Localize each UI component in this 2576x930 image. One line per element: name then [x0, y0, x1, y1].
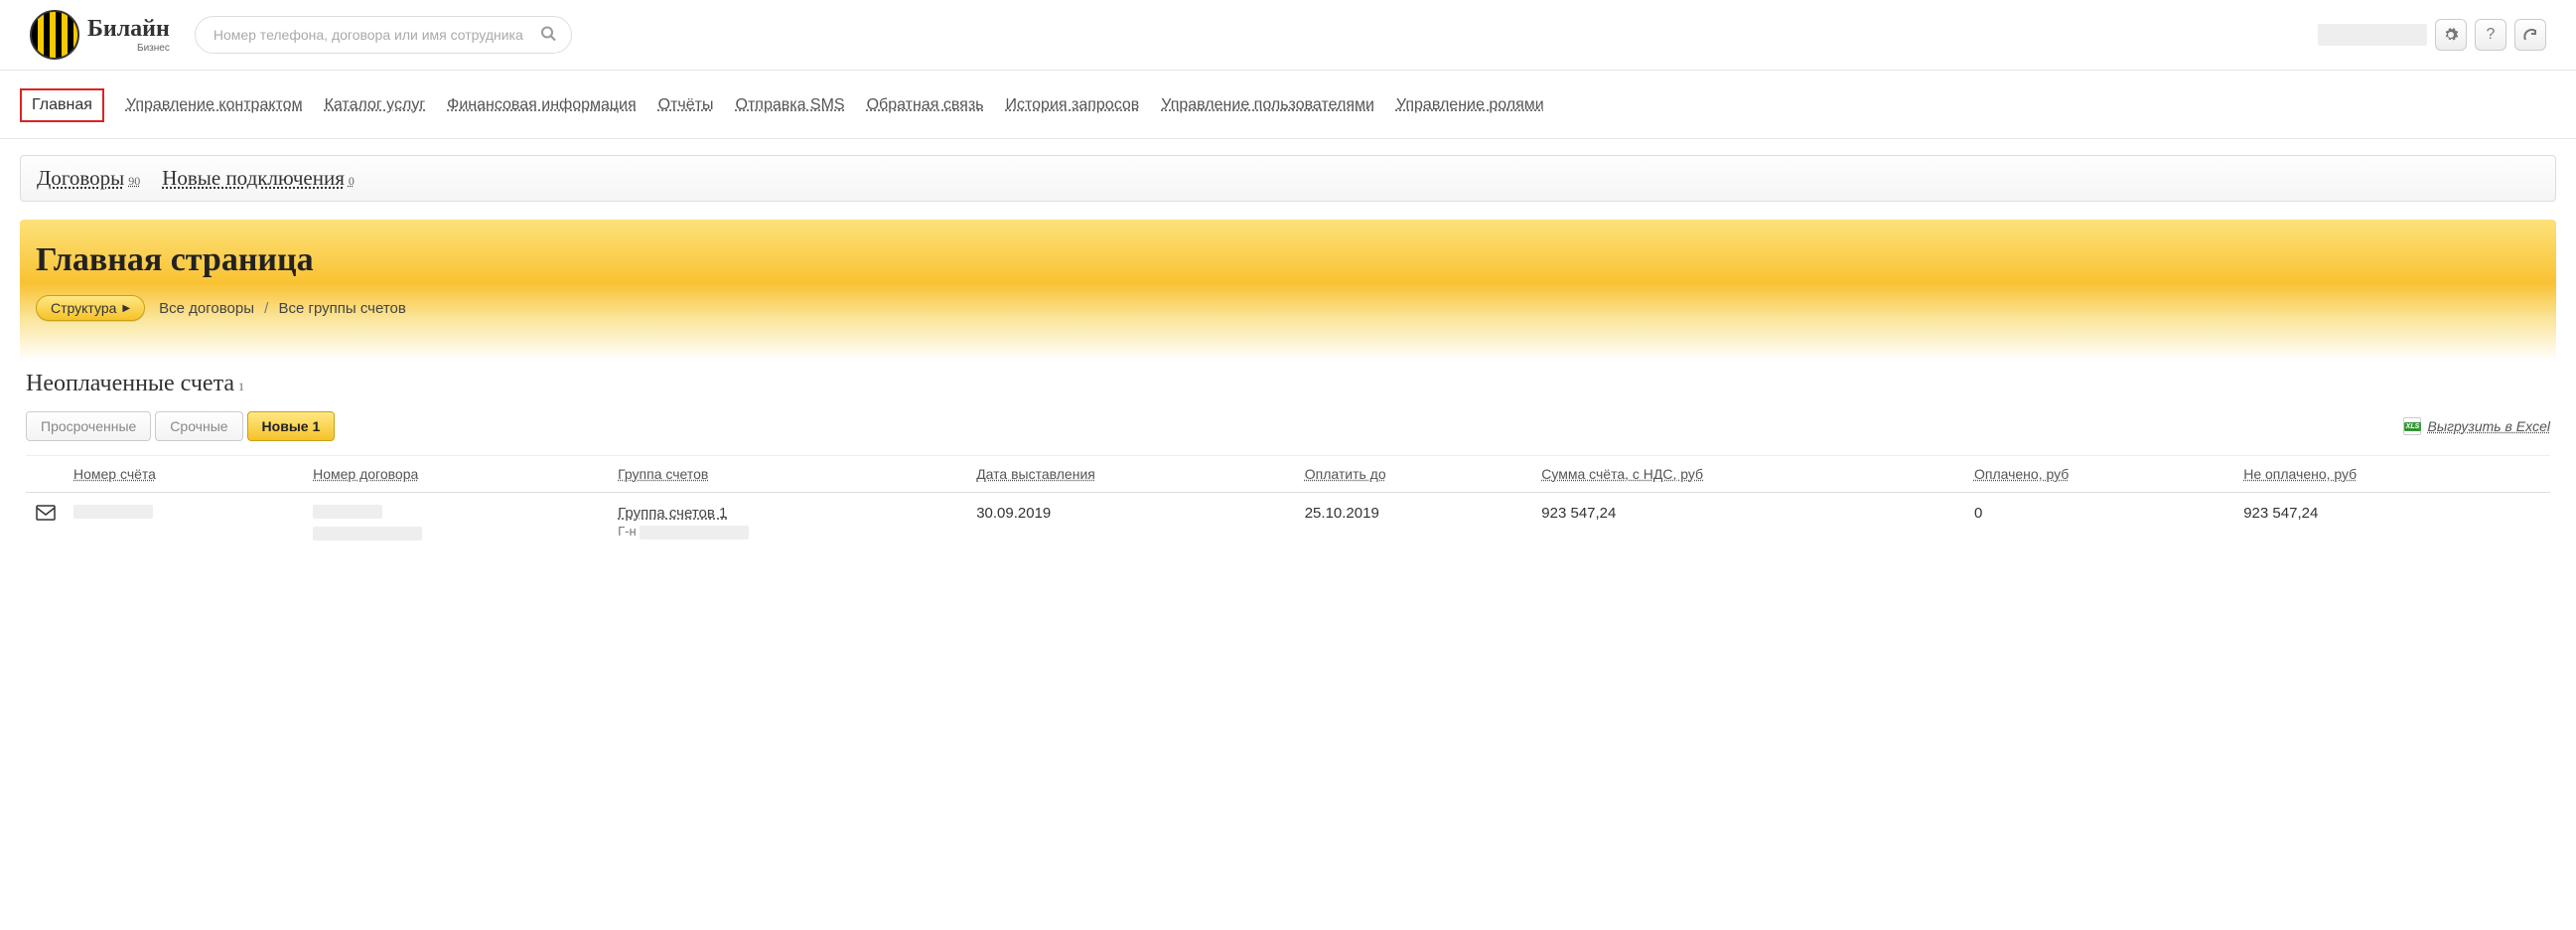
nav-send-sms[interactable]: Отправка SMS [736, 96, 845, 114]
invoices-table: Номер счёта Номер договора Группа счетов… [26, 455, 2550, 556]
subtab-new-connections[interactable]: Новые подключения 0 [162, 166, 355, 191]
cell-group: Группа счетов 1 Г-н [610, 493, 968, 557]
unpaid-heading-text: Неоплаченные счета [26, 371, 234, 397]
subtab-contracts-count: 90 [128, 174, 140, 189]
nav-home[interactable]: Главная [20, 88, 104, 122]
nav-financial-info[interactable]: Финансовая информация [447, 96, 636, 114]
subtab-contracts-label: Договоры [37, 166, 124, 191]
col-pay-until[interactable]: Оплатить до [1297, 456, 1534, 493]
structure-button[interactable]: Структура ▶ [36, 295, 145, 321]
logo-text: Билайн Бизнес [87, 16, 170, 54]
logo[interactable]: Билайн Бизнес [30, 10, 170, 60]
cell-amount-vat: 923 547,24 [1533, 493, 1966, 557]
table-header-row: Номер счёта Номер договора Группа счетов… [26, 456, 2550, 493]
chevron-right-icon: ▶ [122, 303, 130, 314]
unpaid-heading: Неоплаченные счета 1 [26, 371, 244, 397]
export-excel-label: Выгрузить в Excel [2427, 418, 2550, 434]
col-group[interactable]: Группа счетов [610, 456, 968, 493]
group-link[interactable]: Группа счетов 1 [618, 505, 727, 522]
subtab-new-conn-count: 0 [349, 174, 355, 189]
help-button[interactable]: ? [2475, 19, 2506, 51]
cell-issue-date: 30.09.2019 [968, 493, 1297, 557]
nav-request-history[interactable]: История запросов [1006, 96, 1140, 114]
crumb-all-contracts[interactable]: Все договоры [159, 300, 254, 317]
tab-urgent[interactable]: Срочные [155, 411, 242, 441]
cell-contract-no [305, 493, 610, 557]
envelope-icon [36, 505, 56, 525]
structure-button-label: Структура [51, 300, 116, 316]
settings-button[interactable] [2435, 19, 2467, 51]
breadcrumb: Все договоры / Все группы счетов [159, 300, 406, 317]
nav-user-management[interactable]: Управление пользователями [1161, 96, 1374, 114]
logo-subtitle: Бизнес [87, 43, 170, 54]
export-excel-link[interactable]: XLS Выгрузить в Excel [2403, 417, 2550, 435]
nav-feedback[interactable]: Обратная связь [867, 96, 984, 114]
cell-pay-until: 25.10.2019 [1297, 493, 1534, 557]
tab-overdue[interactable]: Просроченные [26, 411, 151, 441]
table-row[interactable]: Группа счетов 1 Г-н 30.09.2019 25.10.201… [26, 493, 2550, 557]
unpaid-invoices-panel: Неоплаченные счета 1 Просроченные Срочны… [20, 361, 2556, 586]
search-input[interactable] [195, 16, 572, 54]
xls-icon: XLS [2403, 417, 2421, 435]
user-label[interactable] [2318, 24, 2427, 46]
logo-mark-icon [30, 10, 79, 60]
unpaid-tabs: Просроченные Срочные Новые 1 XLS Выгрузи… [26, 411, 2550, 441]
subtab-new-conn-label: Новые подключения [162, 166, 345, 191]
crumb-all-groups[interactable]: Все группы счетов [279, 300, 406, 317]
col-issue-date[interactable]: Дата выставления [968, 456, 1297, 493]
col-unpaid[interactable]: Не оплачено, руб [2235, 456, 2550, 493]
col-contract-no[interactable]: Номер договора [305, 456, 610, 493]
unpaid-heading-count: 1 [238, 380, 244, 394]
nav-reports[interactable]: Отчёты [658, 96, 714, 114]
help-icon: ? [2487, 26, 2496, 44]
page-title: Главная страница [36, 241, 2540, 279]
search-icon[interactable] [540, 26, 556, 45]
cell-paid: 0 [1966, 493, 2235, 557]
group-sub-prefix: Г-н [618, 524, 637, 539]
cell-invoice-no [66, 493, 305, 557]
col-icon [26, 456, 66, 493]
subtab-contracts[interactable]: Договоры 90 [37, 166, 140, 191]
structure-breadcrumb-row: Структура ▶ Все договоры / Все группы сч… [36, 295, 2540, 321]
subtabs-bar: Договоры 90 Новые подключения 0 [20, 155, 2556, 202]
nav-service-catalog[interactable]: Каталог услуг [325, 96, 426, 114]
col-amount-vat[interactable]: Сумма счёта, с НДС, руб [1533, 456, 1966, 493]
page-header-banner: Главная страница Структура ▶ Все договор… [20, 220, 2556, 361]
col-paid[interactable]: Оплачено, руб [1966, 456, 2235, 493]
refresh-button[interactable] [2514, 19, 2546, 51]
gear-icon [2443, 27, 2459, 43]
main-nav: Главная Управление контрактом Каталог ус… [0, 71, 2576, 139]
col-invoice-no[interactable]: Номер счёта [66, 456, 305, 493]
tab-new[interactable]: Новые 1 [247, 411, 336, 441]
header-right: ? [2318, 19, 2546, 51]
search-wrap [195, 16, 572, 54]
refresh-icon [2522, 27, 2538, 43]
crumb-separator: / [264, 300, 268, 317]
logo-brand: Билайн [87, 16, 170, 43]
nav-role-management[interactable]: Управление ролями [1396, 96, 1544, 114]
nav-contract-management[interactable]: Управление контрактом [126, 96, 303, 114]
cell-unpaid: 923 547,24 [2235, 493, 2550, 557]
header: Билайн Бизнес ? [0, 0, 2576, 71]
row-envelope[interactable] [26, 493, 66, 557]
